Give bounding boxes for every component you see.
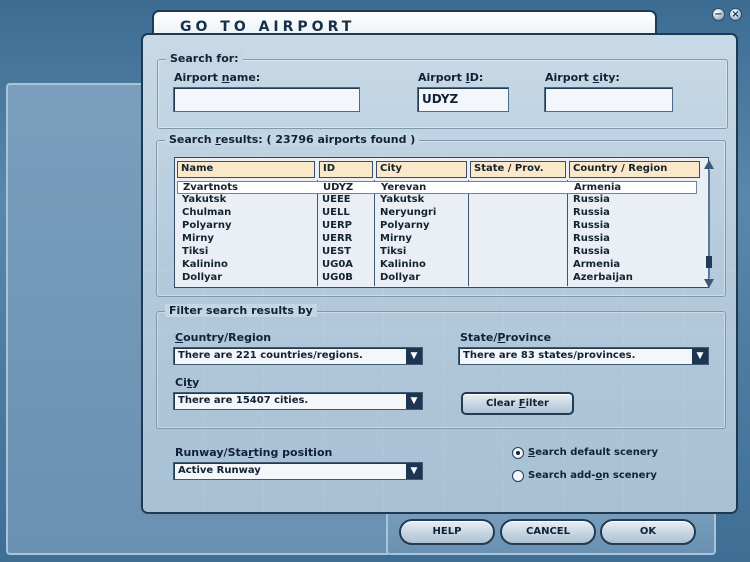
city-select[interactable]: There are 15407 cities. ▼ (173, 392, 423, 410)
search-for-legend: Search for: (166, 52, 243, 65)
table-cell: UEST (322, 246, 351, 257)
column-header-city[interactable]: City (376, 161, 467, 178)
column-header-state[interactable]: State / Prov. (470, 161, 566, 178)
table-cell: Tiksi (182, 246, 209, 257)
table-cell: Chulman (182, 207, 232, 218)
scroll-down-icon (704, 279, 714, 288)
table-row[interactable]: Tiksi UEST Tiksi Russia (177, 246, 697, 259)
minimize-icon[interactable]: − (712, 8, 725, 21)
runway-value: Active Runway (178, 465, 261, 476)
airport-id-label: Airport ID: (418, 71, 484, 84)
chevron-down-icon[interactable]: ▼ (406, 393, 422, 409)
cancel-button[interactable]: CANCEL (500, 519, 596, 545)
filter-group: Filter search results by (156, 304, 726, 429)
search-default-scenery-radio[interactable] (512, 447, 524, 459)
airport-city-field[interactable] (544, 87, 673, 112)
country-region-value: There are 221 countries/regions. (178, 350, 363, 361)
ok-button[interactable]: OK (600, 519, 696, 545)
table-cell: UDYZ (323, 182, 354, 193)
table-cell: Russia (573, 207, 610, 218)
city-value: There are 15407 cities. (178, 395, 309, 406)
airport-id-field[interactable]: UDYZ (417, 87, 509, 112)
table-cell: Yerevan (381, 182, 427, 193)
runway-select[interactable]: Active Runway ▼ (173, 462, 423, 480)
chevron-down-icon[interactable]: ▼ (406, 463, 422, 479)
radio-selected-dot (516, 451, 520, 455)
table-cell: UELL (322, 207, 350, 218)
state-province-label: State/Province (460, 331, 552, 344)
table-row[interactable]: Polyarny UERP Polyarny Russia (177, 220, 697, 233)
table-cell: Azerbaijan (573, 272, 633, 283)
filter-legend: Filter search results by (165, 304, 317, 317)
table-cell: Polyarny (380, 220, 430, 231)
results-list[interactable]: Name ID City State / Prov. Country / Reg… (174, 157, 709, 288)
help-button[interactable]: HELP (399, 519, 495, 545)
table-cell: Kalinino (182, 259, 228, 270)
table-row[interactable]: Mirny UERR Mirny Russia (177, 233, 697, 246)
country-region-label: Country/Region (175, 331, 272, 344)
table-cell: Polyarny (182, 220, 232, 231)
column-header-id[interactable]: ID (319, 161, 373, 178)
search-default-scenery-label[interactable]: Search default scenery (528, 447, 658, 458)
table-cell: UG0B (322, 272, 353, 283)
airport-city-label: Airport city: (545, 71, 620, 84)
table-row[interactable]: Yakutsk UEEE Yakutsk Russia (177, 194, 697, 207)
table-cell: Russia (573, 246, 610, 257)
table-cell: Armenia (573, 259, 621, 270)
chevron-down-icon[interactable]: ▼ (406, 348, 422, 364)
table-cell: Tiksi (380, 246, 407, 257)
country-region-select[interactable]: There are 221 countries/regions. ▼ (173, 347, 423, 365)
city-label: City (175, 376, 200, 389)
runway-label: Runway/Starting position (175, 446, 333, 459)
table-row[interactable]: Chulman UELL Neryungri Russia (177, 207, 697, 220)
table-cell: Mirny (380, 233, 412, 244)
chevron-down-icon[interactable]: ▼ (692, 348, 708, 364)
table-cell: Mirny (182, 233, 214, 244)
table-cell: Yakutsk (380, 194, 425, 205)
table-cell: Neryungri (380, 207, 437, 218)
search-addon-scenery-label[interactable]: Search add-on scenery (528, 470, 657, 481)
airport-name-field[interactable] (173, 87, 360, 112)
table-cell: Dollyar (380, 272, 421, 283)
table-cell: Russia (573, 194, 610, 205)
table-cell: UERP (322, 220, 352, 231)
table-cell: UG0A (322, 259, 354, 270)
scroll-thumb (706, 256, 712, 268)
state-province-value: There are 83 states/provinces. (463, 350, 636, 361)
column-header-country[interactable]: Country / Region (569, 161, 700, 178)
airport-name-label: Airport name: (174, 71, 261, 84)
table-cell: Zvartnots (183, 182, 238, 193)
table-row[interactable]: Zvartnots UDYZ Yerevan Armenia (177, 181, 697, 194)
scroll-up-icon (704, 160, 714, 169)
table-cell: Kalinino (380, 259, 426, 270)
search-results-legend: Search results: ( 23796 airports found ) (165, 133, 420, 146)
table-cell: UERR (322, 233, 353, 244)
table-cell: Russia (573, 233, 610, 244)
results-scrollbar[interactable] (703, 160, 715, 288)
table-cell: Armenia (574, 182, 622, 193)
close-icon[interactable]: × (729, 8, 742, 21)
table-row[interactable]: Kalinino UG0A Kalinino Armenia (177, 259, 697, 272)
column-header-name[interactable]: Name (177, 161, 315, 178)
table-cell: Russia (573, 220, 610, 231)
state-province-select[interactable]: There are 83 states/provinces. ▼ (458, 347, 709, 365)
search-addon-scenery-radio[interactable] (512, 470, 524, 482)
table-cell: UEEE (322, 194, 351, 205)
clear-filter-button[interactable]: Clear Filter (461, 392, 574, 415)
table-row[interactable]: Dollyar UG0B Dollyar Azerbaijan (177, 272, 697, 285)
table-cell: Dollyar (182, 272, 223, 283)
table-cell: Yakutsk (182, 194, 227, 205)
